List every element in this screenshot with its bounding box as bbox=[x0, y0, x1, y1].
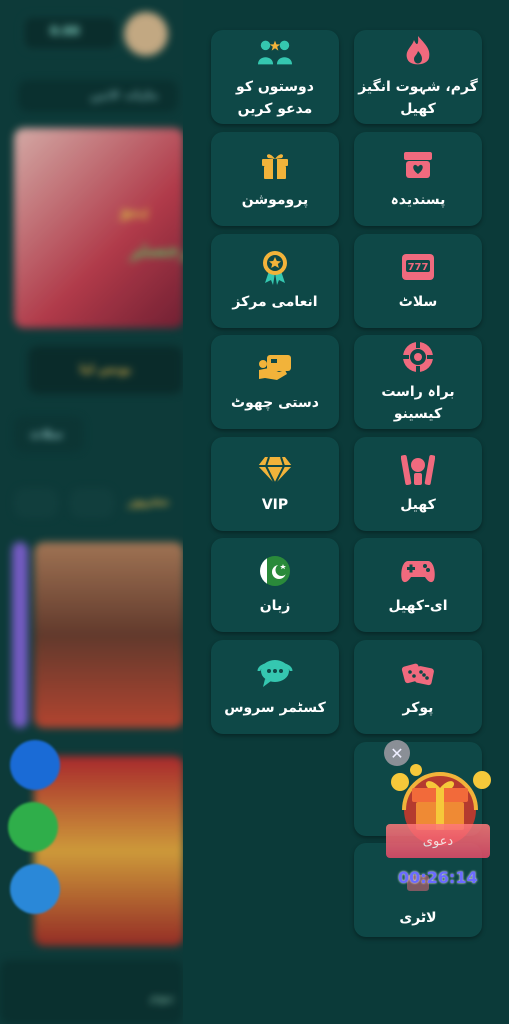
menu-item-label: VIP bbox=[261, 497, 289, 513]
hero-banner[interactable] bbox=[14, 128, 183, 328]
menu-item-label: براہ راست کیسینو bbox=[381, 384, 455, 422]
sports-icon bbox=[400, 452, 436, 488]
dice-icon bbox=[400, 655, 436, 691]
menu-item-invite-friends[interactable]: دوستوں کو مدعو کریں bbox=[211, 30, 339, 124]
game-card[interactable] bbox=[34, 756, 183, 946]
chat-support-icon bbox=[257, 655, 293, 691]
gamepad-icon bbox=[400, 553, 436, 589]
menu-item-hot-games[interactable]: گرم، شہوت انگیز کھیل bbox=[354, 30, 482, 124]
menu-item-manual-rebate[interactable]: دستی چھوٹ bbox=[211, 335, 339, 429]
menu-item-language[interactable]: زبان bbox=[211, 538, 339, 632]
menu-item-favorites[interactable]: پسندیدہ bbox=[354, 132, 482, 226]
nav-home[interactable]: ہوم bbox=[150, 990, 173, 1004]
balance-label: 0.00 bbox=[50, 24, 80, 38]
menu-item-label: سلاٹ bbox=[398, 294, 438, 310]
countdown-timer: 00:26:14 bbox=[398, 868, 478, 887]
menu-item-label: پسندیدہ bbox=[390, 192, 446, 208]
menu-item-sports[interactable]: کھیل bbox=[354, 437, 482, 531]
vip-label: ماہانہ لائیں bbox=[90, 88, 159, 102]
flame-icon bbox=[400, 34, 436, 70]
promo-bar-label: بونس لیا bbox=[80, 362, 132, 376]
slot-machine-icon: 777 bbox=[400, 249, 436, 285]
invite-friends-icon bbox=[257, 34, 293, 70]
pakistan-flag-icon bbox=[257, 553, 293, 589]
menu-item-label: گرم، شہوت انگیز کھیل bbox=[358, 79, 478, 117]
diamond-icon bbox=[257, 452, 293, 488]
menu-item-customer-service[interactable]: کسٹمر سروس bbox=[211, 640, 339, 734]
casino-chip-icon bbox=[400, 339, 436, 375]
menu-item-label: لاٹری bbox=[399, 910, 437, 926]
whatsapp-icon[interactable] bbox=[8, 802, 58, 852]
close-icon[interactable]: ✕ bbox=[384, 740, 410, 766]
game-card[interactable] bbox=[34, 542, 183, 728]
avatar[interactable] bbox=[124, 12, 168, 56]
tab-label: سلاٹ bbox=[30, 427, 63, 441]
menu-item-label: پروموشن bbox=[241, 192, 309, 208]
menu-item-live-casino[interactable]: براہ راست کیسینو bbox=[354, 335, 482, 429]
reward-medal-icon bbox=[257, 249, 293, 285]
menu-item-label: پوکر bbox=[402, 700, 434, 716]
menu-item-label: انعامی مرکز bbox=[232, 294, 318, 310]
menu-item-label: کھیل bbox=[400, 497, 436, 513]
menu-item-reward-center[interactable]: انعامی مرکز bbox=[211, 234, 339, 328]
menu-item-label: ای-کھیل bbox=[388, 598, 448, 614]
menu-item-promotion[interactable]: پروموشن bbox=[211, 132, 339, 226]
banner-text-2: رجسٹر bbox=[130, 240, 183, 261]
promo-popup[interactable]: ✕ دعوی 00:26:14 bbox=[384, 740, 494, 890]
menu-item-vip[interactable]: VIP bbox=[211, 437, 339, 531]
user-icon[interactable] bbox=[10, 864, 60, 914]
section-label: مشہور bbox=[128, 494, 170, 508]
cashback-icon bbox=[257, 350, 293, 386]
menu-item-poker[interactable]: پوکر bbox=[354, 640, 482, 734]
favorite-box-icon bbox=[400, 147, 436, 183]
background-app: 0.00 ماہانہ لائیں ہیو رجسٹر بونس لیا سلا… bbox=[0, 0, 183, 1024]
menu-item-slots[interactable]: 777 سلاٹ bbox=[354, 234, 482, 328]
menu-item-label: کسٹمر سروس bbox=[224, 700, 326, 716]
menu-item-label: دستی چھوٹ bbox=[231, 395, 319, 411]
gift-icon bbox=[257, 147, 293, 183]
menu-item-label: دوستوں کو مدعو کریں bbox=[236, 79, 314, 117]
svg-text:777: 777 bbox=[408, 262, 429, 273]
banner-text: ہیو bbox=[120, 200, 150, 221]
facebook-icon[interactable] bbox=[10, 740, 60, 790]
menu-item-label: زبان bbox=[259, 598, 291, 614]
menu-item-esports[interactable]: ای-کھیل bbox=[354, 538, 482, 632]
claim-button[interactable]: دعوی bbox=[386, 824, 490, 858]
